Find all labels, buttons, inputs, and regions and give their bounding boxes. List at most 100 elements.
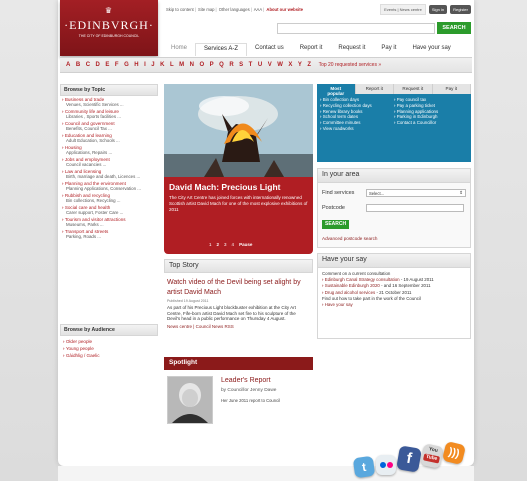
- az-letter-z[interactable]: Z: [307, 62, 311, 68]
- az-letter-g[interactable]: G: [124, 62, 129, 68]
- az-letter-k[interactable]: K: [160, 62, 164, 68]
- nav-contact[interactable]: Contact us: [247, 43, 292, 56]
- spotlight-title[interactable]: Leader's Report: [221, 377, 271, 384]
- social-icons: t f You Tube ))): [350, 440, 470, 481]
- audience-item[interactable]: Gàidhlig / Gaelic: [60, 352, 158, 359]
- main-nav: Home Services A-Z Contact us Report it R…: [166, 43, 459, 56]
- tab-most-popular[interactable]: Most popular: [317, 84, 356, 96]
- popular-link[interactable]: View roadworks: [320, 126, 394, 132]
- az-letter-x[interactable]: X: [288, 62, 292, 68]
- pager-4[interactable]: 4: [232, 242, 235, 247]
- nav-have-your-say[interactable]: Have your say: [404, 43, 458, 56]
- nav-report[interactable]: Report it: [292, 43, 331, 56]
- nav-services-az[interactable]: Services A-Z: [195, 43, 248, 56]
- signin-button[interactable]: Sign in: [428, 5, 448, 14]
- az-letter-h[interactable]: H: [134, 62, 138, 68]
- consultation-date: - and 16 September 2011: [379, 283, 431, 289]
- flickr-icon[interactable]: [376, 455, 396, 475]
- updown-arrow-icon: ⇕: [459, 190, 463, 195]
- events-news-link[interactable]: Events | News centre: [380, 4, 426, 15]
- consultation-item[interactable]: Drug and alcohol services - 21 October 2…: [322, 290, 466, 295]
- az-letter-f[interactable]: F: [115, 62, 119, 68]
- consultation-date: - 21 October 2011: [375, 289, 412, 295]
- az-letter-b[interactable]: B: [76, 62, 80, 68]
- az-letter-p[interactable]: P: [210, 62, 214, 68]
- audience-item[interactable]: Young people: [60, 345, 158, 352]
- az-letter-w[interactable]: W: [277, 62, 283, 68]
- nav-pay[interactable]: Pay it: [373, 43, 404, 56]
- az-letter-o[interactable]: O: [199, 62, 204, 68]
- consultation-item[interactable]: Sustainable Edinburgh 2020 - and 16 Sept…: [322, 283, 466, 288]
- most-popular-panel: Most popular Report it Request it Pay it…: [317, 84, 471, 162]
- advanced-postcode-link[interactable]: Advanced postcode search: [322, 236, 377, 241]
- news-centre-links[interactable]: News centre | Council News RSS: [167, 324, 310, 329]
- devil-sculpture-image: [164, 84, 313, 177]
- az-letter-j[interactable]: J: [151, 62, 154, 68]
- popular-tabs: Most popular Report it Request it Pay it: [317, 84, 471, 96]
- skip-link[interactable]: Skip to content: [166, 7, 194, 12]
- pager-3[interactable]: 3: [224, 242, 227, 247]
- pager-2[interactable]: 2: [217, 242, 220, 247]
- nav-request[interactable]: Request it: [330, 43, 373, 56]
- consultation-link[interactable]: Edinburgh Canal Strategy consultation: [325, 277, 400, 282]
- az-letter-s[interactable]: S: [239, 62, 243, 68]
- top-story-link[interactable]: Watch video of the Devil being set aligh…: [167, 278, 310, 297]
- register-button[interactable]: Register: [450, 5, 471, 14]
- feature-title[interactable]: David Mach: Precious Light: [169, 182, 280, 192]
- topic-subtitle: Planning Applications, Conservation ...: [66, 186, 141, 192]
- top20-link[interactable]: Top 20 requested services »: [319, 62, 382, 68]
- pager-1[interactable]: 1: [209, 242, 212, 247]
- council-logo[interactable]: ♛ ·EDINBVRGH· THE CITY OF EDINBURGH COUN…: [60, 0, 158, 56]
- topic-item: Education and learningAdult Education, S…: [62, 133, 156, 143]
- crest-icon: ♛: [104, 6, 114, 15]
- az-letter-v[interactable]: V: [268, 62, 272, 68]
- az-letter-y[interactable]: Y: [298, 62, 302, 68]
- tab-pay-it[interactable]: Pay it: [433, 84, 471, 94]
- postcode-label: Postcode: [322, 205, 345, 211]
- feature-image[interactable]: [164, 84, 313, 177]
- twitter-icon[interactable]: t: [352, 455, 376, 479]
- az-letter-a[interactable]: A: [66, 62, 70, 68]
- az-letter-q[interactable]: Q: [219, 62, 224, 68]
- pause-button[interactable]: Pause: [239, 242, 252, 247]
- az-letter-r[interactable]: R: [229, 62, 233, 68]
- audience-list: Older peopleYoung peopleGàidhlig / Gaeli…: [60, 336, 158, 359]
- nav-home[interactable]: Home: [166, 43, 195, 56]
- about-link[interactable]: About our website: [266, 7, 303, 12]
- az-letter-t[interactable]: T: [249, 62, 253, 68]
- az-letter-l[interactable]: L: [170, 62, 174, 68]
- az-letter-e[interactable]: E: [105, 62, 109, 68]
- tab-report-it[interactable]: Report it: [356, 84, 394, 94]
- az-letter-i[interactable]: I: [144, 62, 146, 68]
- audience-item[interactable]: Older people: [60, 338, 158, 345]
- topic-item: Planning and the environmentPlanning App…: [62, 181, 156, 191]
- topic-subtitle: Applications, Repairs ...: [66, 150, 113, 156]
- az-letter-c[interactable]: C: [86, 62, 90, 68]
- facebook-icon[interactable]: f: [396, 445, 422, 473]
- search-button[interactable]: SEARCH: [437, 22, 471, 34]
- text-size-link[interactable]: AAA: [254, 7, 262, 12]
- languages-link[interactable]: Other languages: [219, 7, 250, 12]
- popular-link[interactable]: Contact a Councillor: [394, 120, 468, 126]
- az-letter-m[interactable]: M: [179, 62, 184, 68]
- az-letter-d[interactable]: D: [96, 62, 100, 68]
- find-services-select[interactable]: Select... ⇕: [366, 189, 466, 197]
- rss-icon[interactable]: ))): [441, 440, 467, 466]
- consultation-link[interactable]: Sustainable Edinburgh 2020: [325, 283, 380, 288]
- topic-item: Community life and leisureLibraries , Sp…: [62, 109, 156, 119]
- area-search-button[interactable]: SEARCH: [322, 220, 350, 229]
- az-letter-u[interactable]: U: [258, 62, 262, 68]
- postcode-input[interactable]: [366, 204, 464, 212]
- have-your-say-link-label: Have your say: [324, 302, 353, 308]
- search-input[interactable]: [277, 23, 435, 34]
- consultation-link[interactable]: Drug and alcohol services: [325, 290, 376, 295]
- youtube-icon[interactable]: You Tube: [419, 443, 445, 469]
- sitemap-link[interactable]: Site map: [198, 7, 215, 12]
- popular-column-1: Bin collection daysRecycling collection …: [320, 97, 394, 132]
- have-your-say-link[interactable]: Have your say: [322, 302, 466, 307]
- consultation-item[interactable]: Edinburgh Canal Strategy consultation - …: [322, 277, 466, 282]
- tab-request-it[interactable]: Request it: [394, 84, 433, 94]
- feature-description: The City Art Centre has joined forces wi…: [169, 195, 308, 212]
- in-your-area-heading: In your area: [318, 169, 470, 183]
- az-letter-n[interactable]: N: [190, 62, 194, 68]
